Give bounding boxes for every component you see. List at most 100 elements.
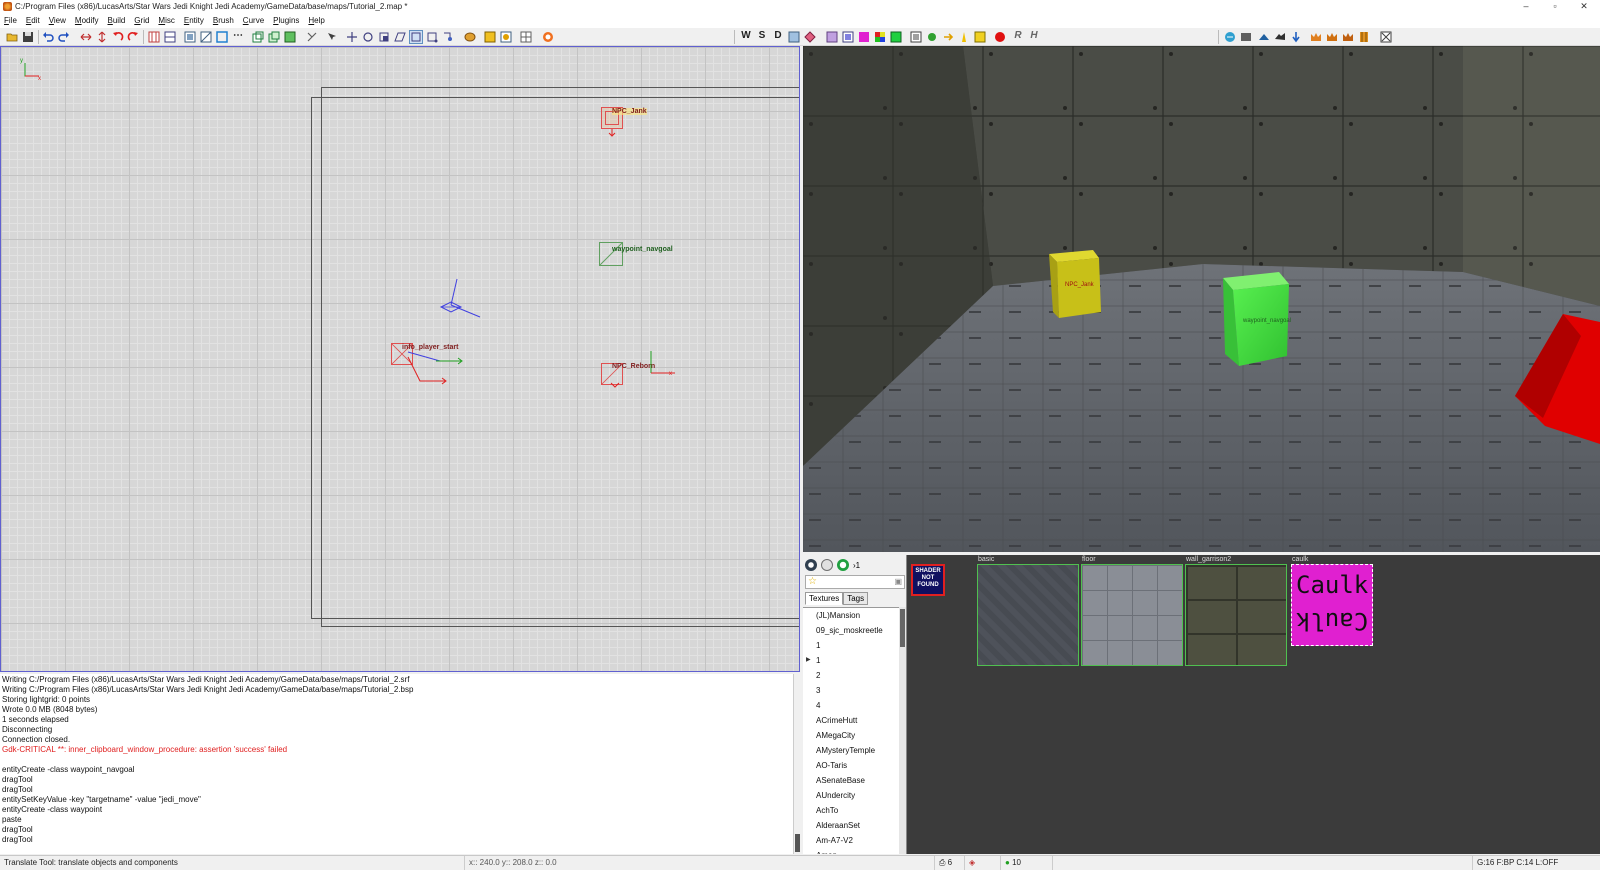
console-scrollbar[interactable]	[793, 674, 800, 854]
camera-5-icon[interactable]	[1290, 31, 1302, 43]
close-button[interactable]: ✕	[1570, 0, 1598, 13]
toolbar-h-button[interactable]: H	[1028, 30, 1040, 41]
show-entities-icon[interactable]	[484, 31, 496, 43]
filter-11-icon[interactable]	[958, 31, 970, 43]
texture-tree-scrollbar[interactable]	[899, 607, 906, 854]
texture-folder-item[interactable]: ASenateBase	[803, 773, 899, 788]
menu-help[interactable]: Help	[308, 16, 324, 25]
lock-icon[interactable]: ▣	[894, 577, 902, 586]
texture-tile-basic[interactable]	[977, 564, 1079, 666]
texture-folder-item[interactable]: AMegaCity	[803, 728, 899, 743]
console-scroll-thumb[interactable]	[795, 834, 800, 852]
texture-tile-wall-garrison2[interactable]	[1185, 564, 1287, 666]
rotate-tool-icon[interactable]	[362, 31, 374, 43]
texture-folder-item[interactable]: 4	[803, 698, 899, 713]
texture-folder-item[interactable]: ▶ 1	[803, 653, 899, 668]
texture-tile-floor[interactable]	[1081, 564, 1183, 666]
select-touching-icon[interactable]	[164, 31, 176, 43]
star-icon[interactable]: ☆	[808, 576, 817, 587]
texture-folder-item[interactable]: AUndercity	[803, 788, 899, 803]
menu-modify[interactable]: Modify	[75, 16, 99, 25]
texture-folder-item[interactable]: ACrimeHutt	[803, 713, 899, 728]
undo-icon[interactable]	[42, 31, 54, 43]
csg-subtract-icon[interactable]	[252, 31, 264, 43]
shader-not-found-tile[interactable]: SHADER NOT FOUND	[911, 564, 945, 596]
texture-folder-item[interactable]: Am-A7-V2	[803, 833, 899, 848]
filter-13-icon[interactable]	[994, 31, 1006, 43]
shader-icon[interactable]	[821, 559, 833, 571]
expand-arrow-icon[interactable]: ▶	[806, 653, 811, 668]
texture-tree-scroll-thumb[interactable]	[900, 609, 905, 647]
redo-icon[interactable]	[58, 31, 70, 43]
scale-tool-icon[interactable]	[378, 31, 390, 43]
filter-8-icon[interactable]	[910, 31, 922, 43]
texture-folder-item[interactable]: 09_sjc_moskreetle	[803, 623, 899, 638]
flip-x-icon[interactable]	[80, 31, 92, 43]
grid-view-2d[interactable]: y x NPC_Jank waypoint_navgoal info_playe…	[0, 46, 800, 672]
more-icon[interactable]: ⋯	[232, 30, 244, 41]
skew-tool-icon[interactable]	[394, 31, 406, 43]
camera-icon[interactable]	[1224, 31, 1236, 43]
view-icon[interactable]	[805, 559, 817, 571]
texture-folder-item[interactable]: 2	[803, 668, 899, 683]
csg-room-icon[interactable]	[284, 31, 296, 43]
clipper-icon[interactable]	[306, 31, 318, 43]
menu-curve[interactable]: Curve	[243, 16, 264, 25]
menu-brush[interactable]: Brush	[213, 16, 234, 25]
clip-tool-icon[interactable]	[426, 31, 438, 43]
csg-merge-icon[interactable]	[268, 31, 280, 43]
toolbar-r-button[interactable]: R	[1012, 30, 1024, 41]
console-output[interactable]: Writing C:/Program Files (x86)/LucasArts…	[0, 674, 798, 854]
camera-3-icon[interactable]	[1258, 31, 1270, 43]
toolbar-d-button[interactable]: D	[772, 30, 784, 41]
filter-10-icon[interactable]	[942, 31, 954, 43]
filter-2-icon[interactable]	[804, 31, 816, 43]
menu-file[interactable]: File	[4, 16, 17, 25]
open-folder-icon[interactable]	[6, 31, 18, 43]
filter-icon[interactable]	[788, 31, 800, 43]
menu-entity[interactable]: Entity	[184, 16, 204, 25]
save-icon[interactable]	[22, 31, 34, 43]
select-complete-icon[interactable]	[148, 31, 160, 43]
maximize-button[interactable]: ▫	[1541, 0, 1569, 13]
refresh-shaders-icon[interactable]	[542, 31, 554, 43]
minimize-button[interactable]: –	[1512, 0, 1540, 13]
camera-9-icon[interactable]	[1358, 31, 1370, 43]
camera-gizmo-icon[interactable]	[433, 277, 483, 322]
rotate-right-icon[interactable]	[127, 31, 139, 43]
menu-grid[interactable]: Grid	[134, 16, 149, 25]
arrow-tool-icon[interactable]	[326, 31, 338, 43]
texture-folder-item[interactable]: 3	[803, 683, 899, 698]
cancel-filter-icon[interactable]	[1380, 31, 1392, 43]
region-icon[interactable]	[500, 31, 512, 43]
texture-tile-caulk[interactable]: Caulk Caulk	[1291, 564, 1373, 646]
menu-edit[interactable]: Edit	[26, 16, 40, 25]
texture-folder-item[interactable]: 1	[803, 638, 899, 653]
texture-folder-item[interactable]: AO-Taris	[803, 758, 899, 773]
tab-textures[interactable]: Textures	[805, 592, 844, 605]
texture-folder-item[interactable]: AchTo	[803, 803, 899, 818]
patch-icon[interactable]	[520, 31, 532, 43]
texture-folder-item[interactable]: AMysteryTemple	[803, 743, 899, 758]
camera-7-icon[interactable]	[1326, 31, 1338, 43]
resize-tool-icon[interactable]	[409, 30, 423, 44]
toolbar-w-button[interactable]: W	[740, 30, 752, 41]
show-arrow-icon[interactable]: ›1	[853, 561, 860, 570]
filter-6-icon[interactable]	[874, 31, 886, 43]
camera-6-icon[interactable]	[1310, 31, 1322, 43]
texture-folder-item[interactable]: AlderaanSet	[803, 818, 899, 833]
camera-2-icon[interactable]	[1240, 31, 1252, 43]
vertex-tool-icon[interactable]	[442, 31, 454, 43]
tab-tags[interactable]: Tags	[843, 592, 869, 605]
filter-4-icon[interactable]	[842, 31, 854, 43]
texture-folder-item[interactable]: Amon	[803, 848, 899, 854]
texture-lock-icon[interactable]	[464, 31, 476, 43]
camera-8-icon[interactable]	[1342, 31, 1354, 43]
filter-3-icon[interactable]	[826, 31, 838, 43]
menu-build[interactable]: Build	[108, 16, 126, 25]
toolbar-s-button[interactable]: S	[756, 30, 768, 41]
flip-y-icon[interactable]	[96, 31, 108, 43]
menu-misc[interactable]: Misc	[158, 16, 174, 25]
translate-tool-icon[interactable]	[346, 31, 358, 43]
filter-7-icon[interactable]	[890, 31, 902, 43]
